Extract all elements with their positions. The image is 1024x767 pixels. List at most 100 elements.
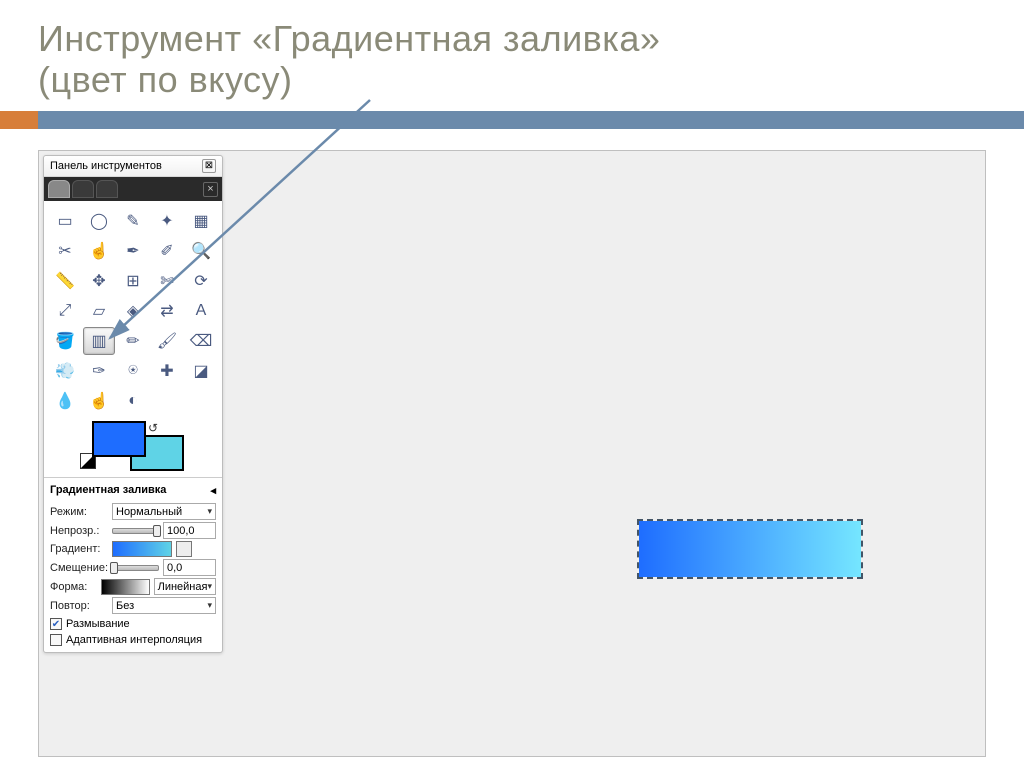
repeat-value: Без [116, 600, 134, 612]
tool-bucket-fill[interactable]: 🪣 [49, 327, 81, 355]
accent-left [0, 111, 38, 129]
measure-icon: 📏 [55, 271, 75, 291]
title-line1: Инструмент «Градиентная заливка» [38, 18, 1024, 59]
shear-icon: ▱ [93, 301, 105, 321]
tool-gradient[interactable]: ▥ [83, 327, 115, 355]
ink-icon: ✑ [92, 361, 105, 381]
free-select-icon: ✎ [126, 211, 139, 231]
tool-options: Градиентная заливка ◂ Режим: Нормальный … [44, 477, 222, 652]
perspective-icon: ◈ [127, 301, 139, 321]
offset-thumb[interactable] [110, 562, 118, 574]
flip-icon: ⇄ [160, 301, 173, 321]
mode-select[interactable]: Нормальный ▾ [112, 503, 216, 520]
shape-select[interactable]: Линейная ▾ [154, 578, 216, 595]
offset-slider[interactable] [112, 565, 159, 571]
scissors-icon: ✂ [58, 241, 71, 261]
zoom-icon: 🔍 [191, 241, 211, 261]
tool-rotate[interactable]: ⟳ [185, 267, 217, 295]
dodge-burn-icon: ◐ [128, 392, 138, 410]
mode-value: Нормальный [116, 506, 182, 518]
tool-scale[interactable]: ⤢ [49, 297, 81, 325]
gradient-sample [639, 521, 861, 577]
tool-align[interactable]: ⊞ [117, 267, 149, 295]
gradient-preview[interactable] [112, 541, 172, 557]
tool-scissors[interactable]: ✂ [49, 237, 81, 265]
close-icon[interactable]: ⊠ [202, 159, 216, 173]
opacity-input[interactable]: 100,0 [163, 522, 216, 539]
accent-bar [0, 111, 1024, 129]
toolbox-tab-2[interactable] [72, 180, 94, 198]
toolbox-titlebar[interactable]: Панель инструментов ⊠ [44, 156, 222, 177]
dither-label: Размывание [66, 618, 130, 630]
toolbox-tab-3[interactable] [96, 180, 118, 198]
chevron-down-icon: ▾ [207, 581, 212, 592]
offset-input[interactable]: 0,0 [163, 559, 216, 576]
color-swatches: ↺ [44, 419, 222, 477]
mode-label: Режим: [50, 506, 108, 518]
offset-value: 0,0 [167, 562, 182, 574]
tool-move[interactable]: ✥ [83, 267, 115, 295]
tool-measure[interactable]: 📏 [49, 267, 81, 295]
tool-ink[interactable]: ✑ [83, 357, 115, 385]
tool-airbrush[interactable]: 💨 [49, 357, 81, 385]
fuzzy-select-icon: ✦ [160, 211, 173, 231]
tool-eraser[interactable]: ⌫ [185, 327, 217, 355]
tool-fuzzy-select[interactable]: ✦ [151, 207, 183, 235]
chevron-down-icon: ▾ [207, 600, 212, 611]
opacity-slider[interactable] [112, 528, 159, 534]
tool-grid: ▭◯✎✦▦✂☝✒✐🔍📏✥⊞✄⟳⤢▱◈⇄A🪣▥✏🖌⌫💨✑⍟✚◪💧☝◐ [44, 201, 222, 419]
eraser-icon: ⌫ [190, 331, 213, 351]
tool-color-select[interactable]: ▦ [185, 207, 217, 235]
opacity-thumb[interactable] [153, 525, 161, 537]
scale-icon: ⤢ [59, 302, 72, 320]
foreground-swatch[interactable] [92, 421, 146, 457]
bucket-fill-icon: 🪣 [55, 331, 75, 351]
tool-ellipse-select[interactable]: ◯ [83, 207, 115, 235]
airbrush-icon: 💨 [55, 361, 75, 381]
ellipse-select-icon: ◯ [90, 211, 108, 231]
adaptive-checkbox[interactable] [50, 634, 62, 646]
tool-perspective-clone[interactable]: ◪ [185, 357, 217, 385]
tool-crop[interactable]: ✄ [151, 267, 183, 295]
tool-clone[interactable]: ⍟ [117, 357, 149, 385]
tool-foreground-sel[interactable]: ☝ [83, 237, 115, 265]
swap-colors-icon[interactable]: ↺ [148, 421, 158, 435]
dither-checkbox-row[interactable]: ✔ Размывание [50, 618, 216, 630]
tool-perspective[interactable]: ◈ [117, 297, 149, 325]
tool-blur[interactable]: 💧 [49, 387, 81, 415]
move-icon: ✥ [92, 271, 105, 291]
text-icon: A [196, 302, 207, 320]
tool-paths[interactable]: ✒ [117, 237, 149, 265]
tool-rect-select[interactable]: ▭ [49, 207, 81, 235]
toolbox-tab-main[interactable] [48, 180, 70, 198]
gradient-reverse-button[interactable] [176, 541, 192, 557]
tool-pencil[interactable]: ✏ [117, 327, 149, 355]
color-picker-icon: ✐ [160, 241, 173, 261]
tool-dodge-burn[interactable]: ◐ [117, 387, 149, 415]
shape-preview [101, 579, 150, 595]
repeat-select[interactable]: Без ▾ [112, 597, 216, 614]
tool-flip[interactable]: ⇄ [151, 297, 183, 325]
tool-shear[interactable]: ▱ [83, 297, 115, 325]
heal-icon: ✚ [160, 361, 173, 381]
clone-icon: ⍟ [128, 362, 138, 380]
adaptive-checkbox-row[interactable]: Адаптивная интерполяция [50, 634, 216, 646]
dither-checkbox[interactable]: ✔ [50, 618, 62, 630]
tool-text[interactable]: A [185, 297, 217, 325]
color-select-icon: ▦ [193, 211, 208, 231]
tool-smudge[interactable]: ☝ [83, 387, 115, 415]
collapse-icon[interactable]: ◂ [210, 484, 216, 497]
rect-select-icon: ▭ [57, 211, 72, 231]
rotate-icon: ⟳ [194, 271, 207, 291]
paths-icon: ✒ [126, 241, 139, 261]
adaptive-label: Адаптивная интерполяция [66, 634, 202, 646]
offset-label: Смещение: [50, 562, 108, 574]
gradient-label: Градиент: [50, 543, 108, 555]
tab-close-icon[interactable]: × [203, 182, 218, 197]
tool-free-select[interactable]: ✎ [117, 207, 149, 235]
perspective-clone-icon: ◪ [193, 361, 208, 381]
tool-paintbrush[interactable]: 🖌 [151, 327, 183, 355]
tool-zoom[interactable]: 🔍 [185, 237, 217, 265]
tool-heal[interactable]: ✚ [151, 357, 183, 385]
tool-color-picker[interactable]: ✐ [151, 237, 183, 265]
